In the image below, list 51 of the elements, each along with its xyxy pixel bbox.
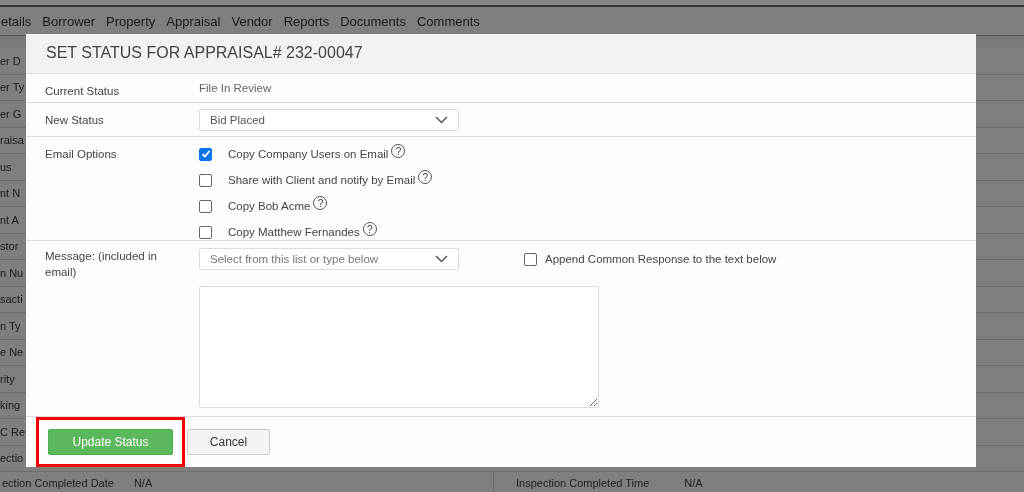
nav-tab[interactable]: Vendor [231,13,273,29]
field-label: New Status [45,113,104,126]
cancel-button[interactable]: Cancel [187,429,270,455]
field-label: king [0,399,21,412]
field-label: sacti [0,293,23,306]
dialog-title: SET STATUS FOR APPRAISAL# 232-00047 [46,44,363,63]
field-label: ectio [0,452,24,465]
checkbox[interactable] [524,252,537,266]
chevron-down-icon [435,115,448,124]
field-label: e Ne [0,346,24,359]
nav-tab[interactable]: Documents [340,13,406,29]
nav-tab[interactable]: Appraisal [166,13,221,29]
field-label: n Ty [0,319,21,332]
option-label: Copy Company Users on Email [228,148,389,161]
field-label: stor [0,240,19,253]
field-label: Email Options [45,148,117,161]
update-button[interactable]: Update Status [48,429,173,455]
nav-tab[interactable]: Property [106,13,156,29]
field-label: C Re [0,425,26,438]
option-label: Share with Client and notify by Email [228,174,416,187]
option-label: Copy Matthew Fernandes [228,226,360,239]
option-label: Copy Bob Acme [228,200,311,213]
field-label: ection Completed Date [2,477,114,489]
checkbox[interactable] [199,173,212,187]
field-label: us [0,160,12,173]
field-label: Inspection Completed Time [516,477,650,489]
field-label: raisa [0,134,24,147]
field-label: rity [0,372,15,385]
field-label: er G [0,107,22,120]
message-field[interactable] [199,286,599,409]
status-value: File In Review [199,82,272,95]
field-label: er Ty [0,81,25,94]
field-value: N/A [133,477,153,489]
field-label: er D [0,54,21,67]
nav-tab[interactable]: Comments [416,13,480,29]
checkbox[interactable] [199,147,212,161]
checkbox[interactable] [199,199,212,213]
field-label: Message: (included in email) [45,250,157,279]
nav-tab[interactable]: etails [1,13,32,29]
field-label: nt N [0,187,21,200]
field-label: n Nu [0,266,24,279]
response-dropdown[interactable]: Select from this list or type below [199,248,459,271]
status-dropdown[interactable]: Bid Placed [199,108,459,131]
nav-tab[interactable]: Borrower [42,13,96,29]
field-label: nt A [0,213,19,226]
nav-tab[interactable]: Reports [283,13,330,29]
field-value: N/A [684,477,703,489]
option-label: Append Common Response to the text below [545,253,777,266]
field-label: Current Status [45,84,120,97]
checkbox[interactable] [199,225,212,239]
chevron-down-icon [435,255,448,264]
